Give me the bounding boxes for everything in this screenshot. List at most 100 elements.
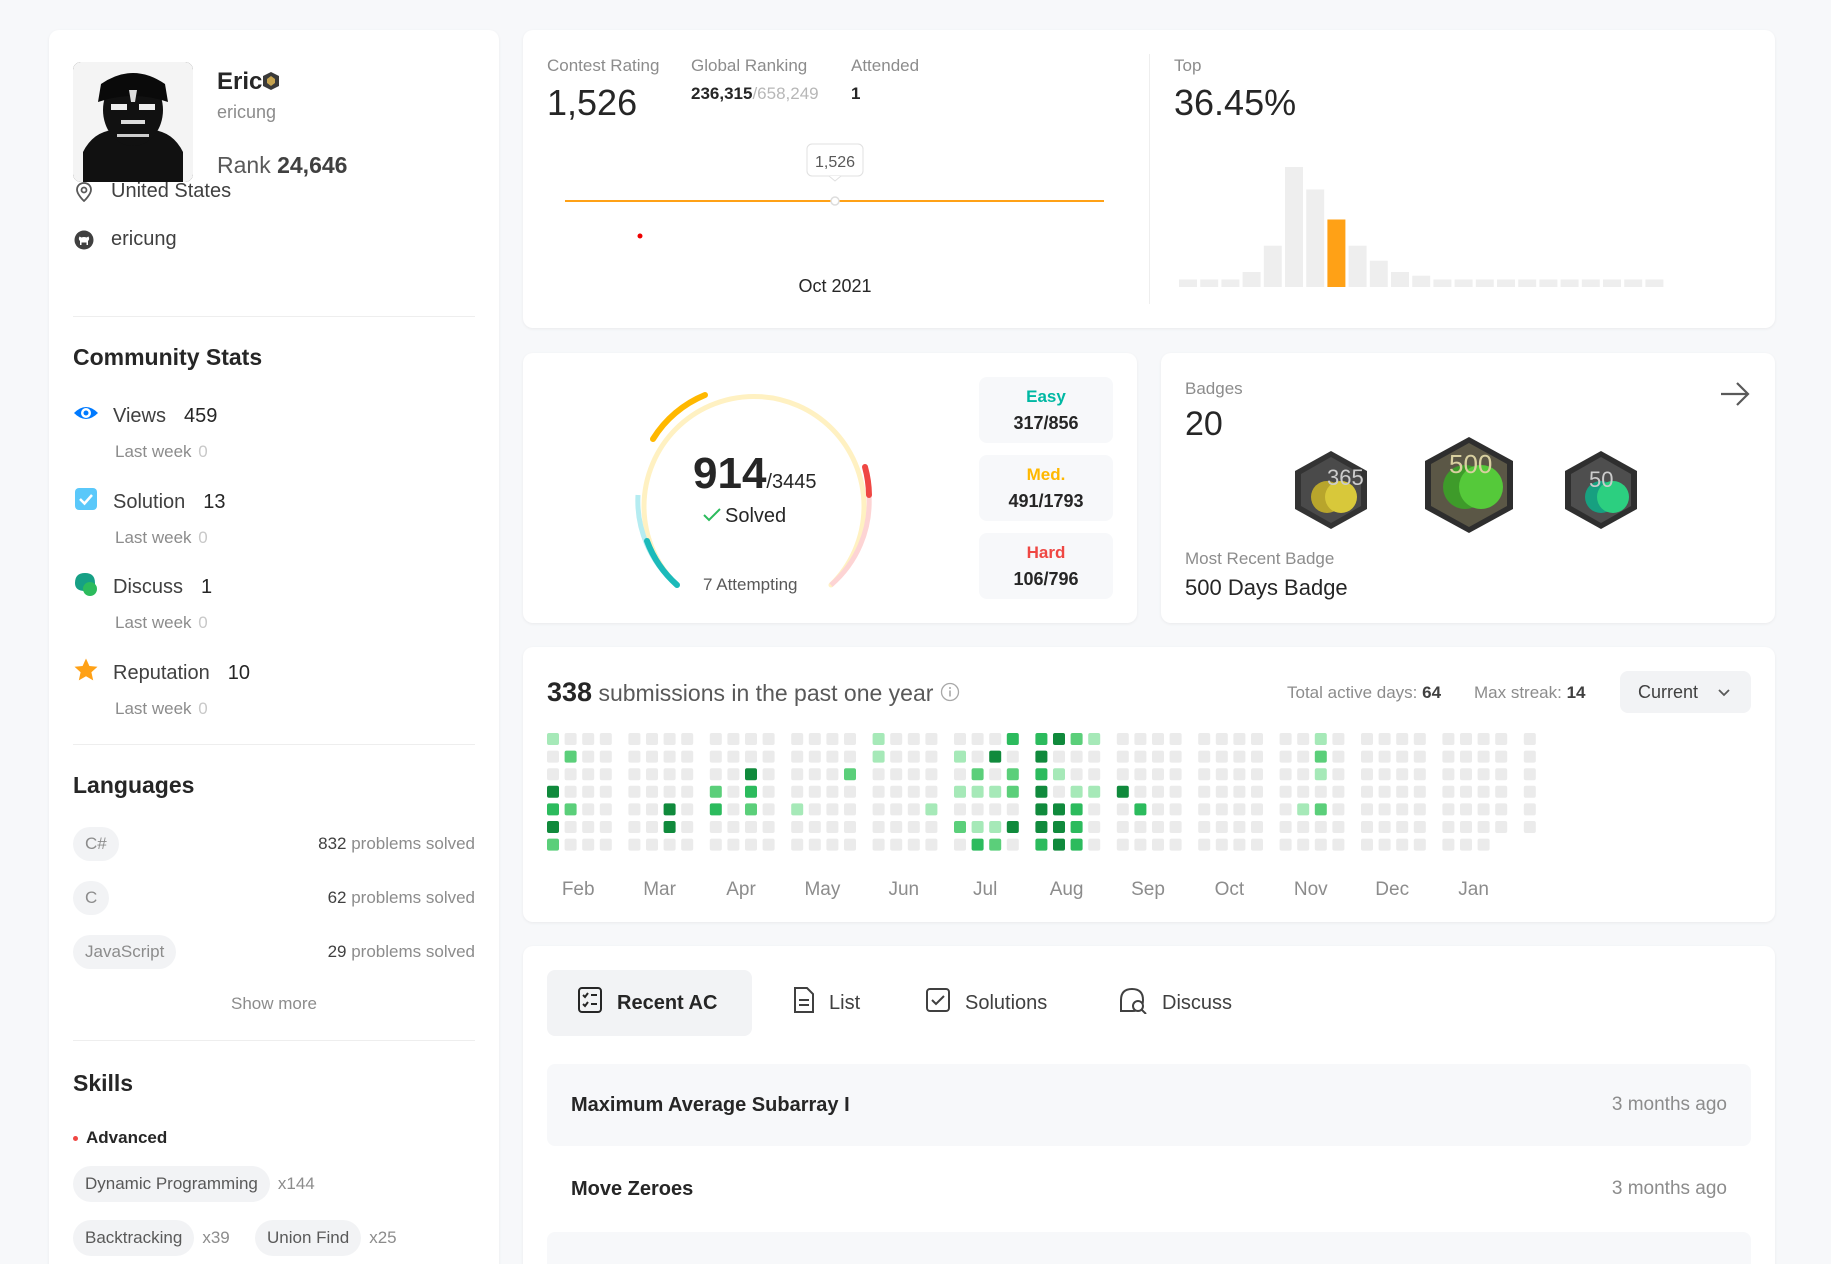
heatmap-cell[interactable] bbox=[1396, 733, 1409, 745]
heatmap-cell[interactable] bbox=[954, 750, 966, 763]
histogram-bar[interactable] bbox=[1497, 279, 1515, 288]
heatmap-cell[interactable] bbox=[791, 733, 804, 745]
heatmap-cell[interactable] bbox=[709, 733, 722, 745]
heatmap-cell[interactable] bbox=[1053, 733, 1065, 745]
heatmap-cell[interactable] bbox=[1251, 821, 1263, 833]
language-tag[interactable]: C# bbox=[73, 827, 119, 861]
heatmap-cell[interactable] bbox=[547, 768, 559, 781]
heatmap-cell[interactable] bbox=[872, 838, 885, 851]
heatmap-cell[interactable] bbox=[1134, 803, 1147, 816]
difficulty-hard[interactable]: Hard 106/796 bbox=[979, 533, 1113, 599]
heatmap-cell[interactable] bbox=[971, 785, 984, 798]
heatmap-cell[interactable] bbox=[1332, 750, 1345, 763]
heatmap-cell[interactable] bbox=[791, 750, 804, 763]
heatmap-cell[interactable] bbox=[1477, 750, 1490, 763]
arrow-right-icon[interactable] bbox=[1719, 379, 1751, 414]
heatmap-cell[interactable] bbox=[1332, 838, 1345, 851]
heatmap-cell[interactable] bbox=[1314, 733, 1327, 745]
heatmap-cell[interactable] bbox=[1006, 750, 1019, 763]
heatmap-cell[interactable] bbox=[1477, 733, 1490, 745]
heatmap-cell[interactable] bbox=[1152, 750, 1164, 763]
heatmap-cell[interactable] bbox=[1279, 821, 1292, 833]
heatmap-cell[interactable] bbox=[628, 785, 641, 798]
heatmap-cell[interactable] bbox=[808, 803, 821, 816]
heatmap-cell[interactable] bbox=[1251, 785, 1263, 798]
heatmap-cell[interactable] bbox=[727, 768, 740, 781]
heatmap-cell[interactable] bbox=[547, 821, 559, 833]
heatmap-cell[interactable] bbox=[727, 733, 740, 745]
heatmap-cell[interactable] bbox=[1279, 803, 1292, 816]
heatmap-cell[interactable] bbox=[1116, 785, 1129, 798]
heatmap-cell[interactable] bbox=[1297, 768, 1310, 781]
heatmap-cell[interactable] bbox=[628, 803, 641, 816]
heatmap-cell[interactable] bbox=[1413, 803, 1426, 816]
heatmap-cell[interactable] bbox=[1088, 768, 1101, 781]
heatmap-cell[interactable] bbox=[954, 838, 966, 851]
heatmap-cell[interactable] bbox=[826, 750, 839, 763]
heatmap-cell[interactable] bbox=[872, 785, 885, 798]
heatmap-cell[interactable] bbox=[1332, 768, 1345, 781]
histogram-bar[interactable] bbox=[1221, 279, 1240, 288]
heatmap-cell[interactable] bbox=[1035, 768, 1048, 781]
heatmap-cell[interactable] bbox=[808, 750, 821, 763]
info-icon[interactable] bbox=[940, 681, 960, 708]
heatmap-cell[interactable] bbox=[954, 768, 966, 781]
heatmap-cell[interactable] bbox=[745, 803, 757, 816]
heatmap-cell[interactable] bbox=[1198, 838, 1211, 851]
submission-row[interactable] bbox=[547, 1232, 1751, 1264]
heatmap-cell[interactable] bbox=[1413, 733, 1426, 745]
heatmap-cell[interactable] bbox=[1169, 750, 1182, 763]
heatmap-cell[interactable] bbox=[925, 768, 938, 781]
heatmap-cell[interactable] bbox=[1070, 733, 1083, 745]
heatmap-cell[interactable] bbox=[1053, 750, 1065, 763]
heatmap-cell[interactable] bbox=[1396, 750, 1409, 763]
heatmap-cell[interactable] bbox=[1495, 785, 1508, 798]
heatmap-cell[interactable] bbox=[1396, 768, 1409, 781]
histogram-bar[interactable] bbox=[1306, 189, 1325, 288]
heatmap-cell[interactable] bbox=[925, 750, 938, 763]
heatmap-cell[interactable] bbox=[709, 803, 722, 816]
heatmap-cell[interactable] bbox=[954, 803, 966, 816]
heatmap-cell[interactable] bbox=[808, 838, 821, 851]
heatmap-cell[interactable] bbox=[1523, 733, 1536, 745]
histogram-bar[interactable] bbox=[1391, 272, 1409, 287]
heatmap-cell[interactable] bbox=[762, 821, 775, 833]
heatmap-cell[interactable] bbox=[547, 838, 559, 851]
heatmap-cell[interactable] bbox=[709, 821, 722, 833]
heatmap-cell[interactable] bbox=[628, 750, 641, 763]
heatmap-cell[interactable] bbox=[547, 803, 559, 816]
heatmap-cell[interactable] bbox=[907, 768, 920, 781]
heatmap-cell[interactable] bbox=[599, 838, 612, 851]
heatmap-cell[interactable] bbox=[628, 821, 641, 833]
heatmap-cell[interactable] bbox=[1134, 838, 1147, 851]
histogram-bar[interactable] bbox=[1603, 279, 1621, 288]
heatmap-cell[interactable] bbox=[907, 733, 920, 745]
heatmap-cell[interactable] bbox=[762, 803, 775, 816]
heatmap-cell[interactable] bbox=[872, 803, 885, 816]
heatmap-cell[interactable] bbox=[1495, 733, 1508, 745]
heatmap-cell[interactable] bbox=[1413, 750, 1426, 763]
heatmap-cell[interactable] bbox=[1314, 821, 1327, 833]
heatmap-cell[interactable] bbox=[1152, 785, 1164, 798]
heatmap-cell[interactable] bbox=[1215, 733, 1228, 745]
heatmap-cell[interactable] bbox=[1070, 785, 1083, 798]
heatmap-cell[interactable] bbox=[808, 785, 821, 798]
heatmap-cell[interactable] bbox=[1233, 821, 1246, 833]
heatmap-cell[interactable] bbox=[890, 838, 903, 851]
heatmap-cell[interactable] bbox=[663, 733, 676, 745]
365-days-badge-icon[interactable]: 365 bbox=[1291, 449, 1371, 531]
skill-item[interactable]: Union Find x25 bbox=[255, 1220, 397, 1256]
heatmap-cell[interactable] bbox=[1332, 785, 1345, 798]
heatmap-cell[interactable] bbox=[1116, 750, 1129, 763]
heatmap-cell[interactable] bbox=[844, 750, 856, 763]
heatmap-cell[interactable] bbox=[1215, 750, 1228, 763]
heatmap-cell[interactable] bbox=[1198, 803, 1211, 816]
heatmap-cell[interactable] bbox=[547, 733, 559, 745]
heatmap-cell[interactable] bbox=[989, 785, 1002, 798]
heatmap-cell[interactable] bbox=[663, 750, 676, 763]
heatmap-cell[interactable] bbox=[1413, 768, 1426, 781]
heatmap-cell[interactable] bbox=[1442, 733, 1455, 745]
histogram-bar[interactable] bbox=[1560, 279, 1579, 288]
heatmap-cell[interactable] bbox=[1523, 768, 1536, 781]
heatmap-cell[interactable] bbox=[1314, 750, 1327, 763]
